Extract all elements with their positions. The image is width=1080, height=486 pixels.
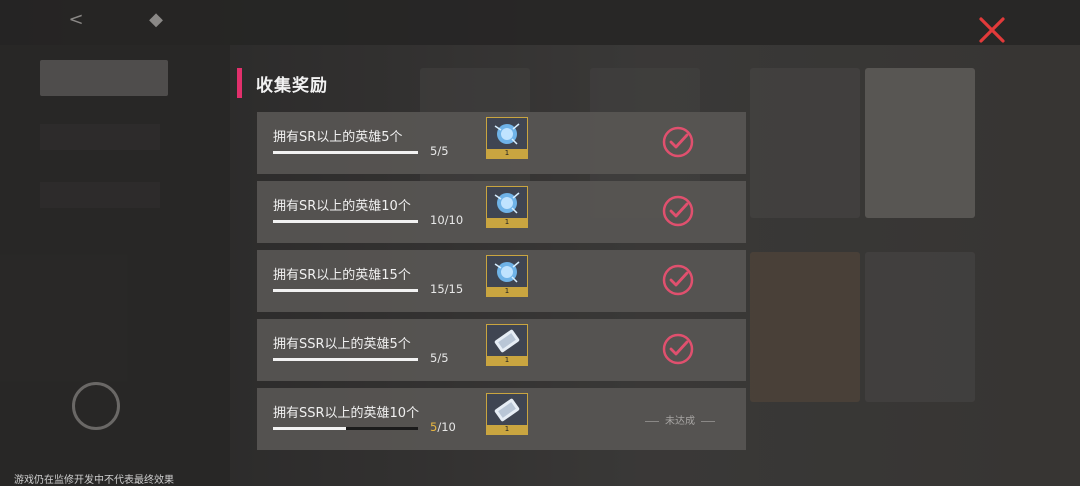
close-button[interactable] (974, 12, 1010, 48)
progress-total: /5 (437, 144, 449, 158)
progress-total: /10 (437, 420, 456, 434)
incomplete-status: 未达成 (639, 412, 721, 427)
progress-fill (273, 289, 418, 292)
reward-quantity: 1 (487, 287, 527, 296)
close-icon (979, 17, 1005, 43)
completed-check-icon (661, 125, 695, 159)
reward-item[interactable]: 1 (486, 324, 528, 366)
progress-fill (273, 427, 346, 430)
progress-bar (273, 358, 418, 361)
reward-row: 拥有SR以上的英雄15个 15/15 1 (257, 250, 746, 312)
completed-check-icon (661, 263, 695, 297)
reward-requirement-label: 拥有SSR以上的英雄5个 (273, 337, 411, 352)
reward-item[interactable]: 1 (486, 393, 528, 435)
reward-row: 拥有SSR以上的英雄10个 5/10 1 未达成 (257, 388, 746, 450)
progress-count: 5/5 (430, 351, 449, 365)
progress-count: 10/10 (430, 213, 463, 227)
progress-count: 5/5 (430, 144, 449, 158)
progress-total: /15 (444, 282, 464, 296)
progress-fill (273, 220, 418, 223)
reward-row: 拥有SR以上的英雄10个 10/10 1 (257, 181, 746, 243)
status-dash (701, 420, 715, 422)
panel-title: 收集奖励 (256, 76, 328, 96)
progress-total: /5 (437, 351, 449, 365)
reward-item[interactable]: 1 (486, 255, 528, 297)
progress-current: 10 (430, 213, 445, 227)
progress-bar (273, 289, 418, 292)
title-accent-bar (237, 68, 242, 98)
progress-total: /10 (444, 213, 464, 227)
progress-count: 5/10 (430, 420, 456, 434)
side-ring-button (72, 382, 120, 430)
diamond-icon: ◆ (149, 9, 163, 30)
reward-quantity: 1 (487, 149, 527, 158)
progress-bar (273, 151, 418, 154)
reward-item[interactable]: 1 (486, 186, 528, 228)
reward-row: 拥有SSR以上的英雄5个 5/5 1 (257, 319, 746, 381)
reward-requirement-label: 拥有SSR以上的英雄10个 (273, 406, 420, 421)
status-text: 未达成 (665, 416, 695, 427)
reward-row: 拥有SR以上的英雄5个 5/5 1 (257, 112, 746, 174)
reward-requirement-label: 拥有SR以上的英雄10个 (273, 199, 411, 214)
reward-requirement-label: 拥有SR以上的英雄5个 (273, 130, 403, 145)
completed-check-icon (661, 332, 695, 366)
reward-quantity: 1 (487, 218, 527, 227)
reward-item[interactable]: 1 (486, 117, 528, 159)
footer-note: 游戏仍在监修开发中不代表最终效果 (14, 475, 174, 486)
progress-current: 15 (430, 282, 445, 296)
reward-quantity: 1 (487, 425, 527, 434)
progress-fill (273, 151, 418, 154)
progress-bar (273, 220, 418, 223)
share-icon: < (68, 9, 84, 30)
progress-count: 15/15 (430, 282, 463, 296)
progress-fill (273, 358, 418, 361)
progress-bar (273, 427, 418, 430)
reward-requirement-label: 拥有SR以上的英雄15个 (273, 268, 411, 283)
status-dash (645, 420, 659, 422)
reward-quantity: 1 (487, 356, 527, 365)
completed-check-icon (661, 194, 695, 228)
